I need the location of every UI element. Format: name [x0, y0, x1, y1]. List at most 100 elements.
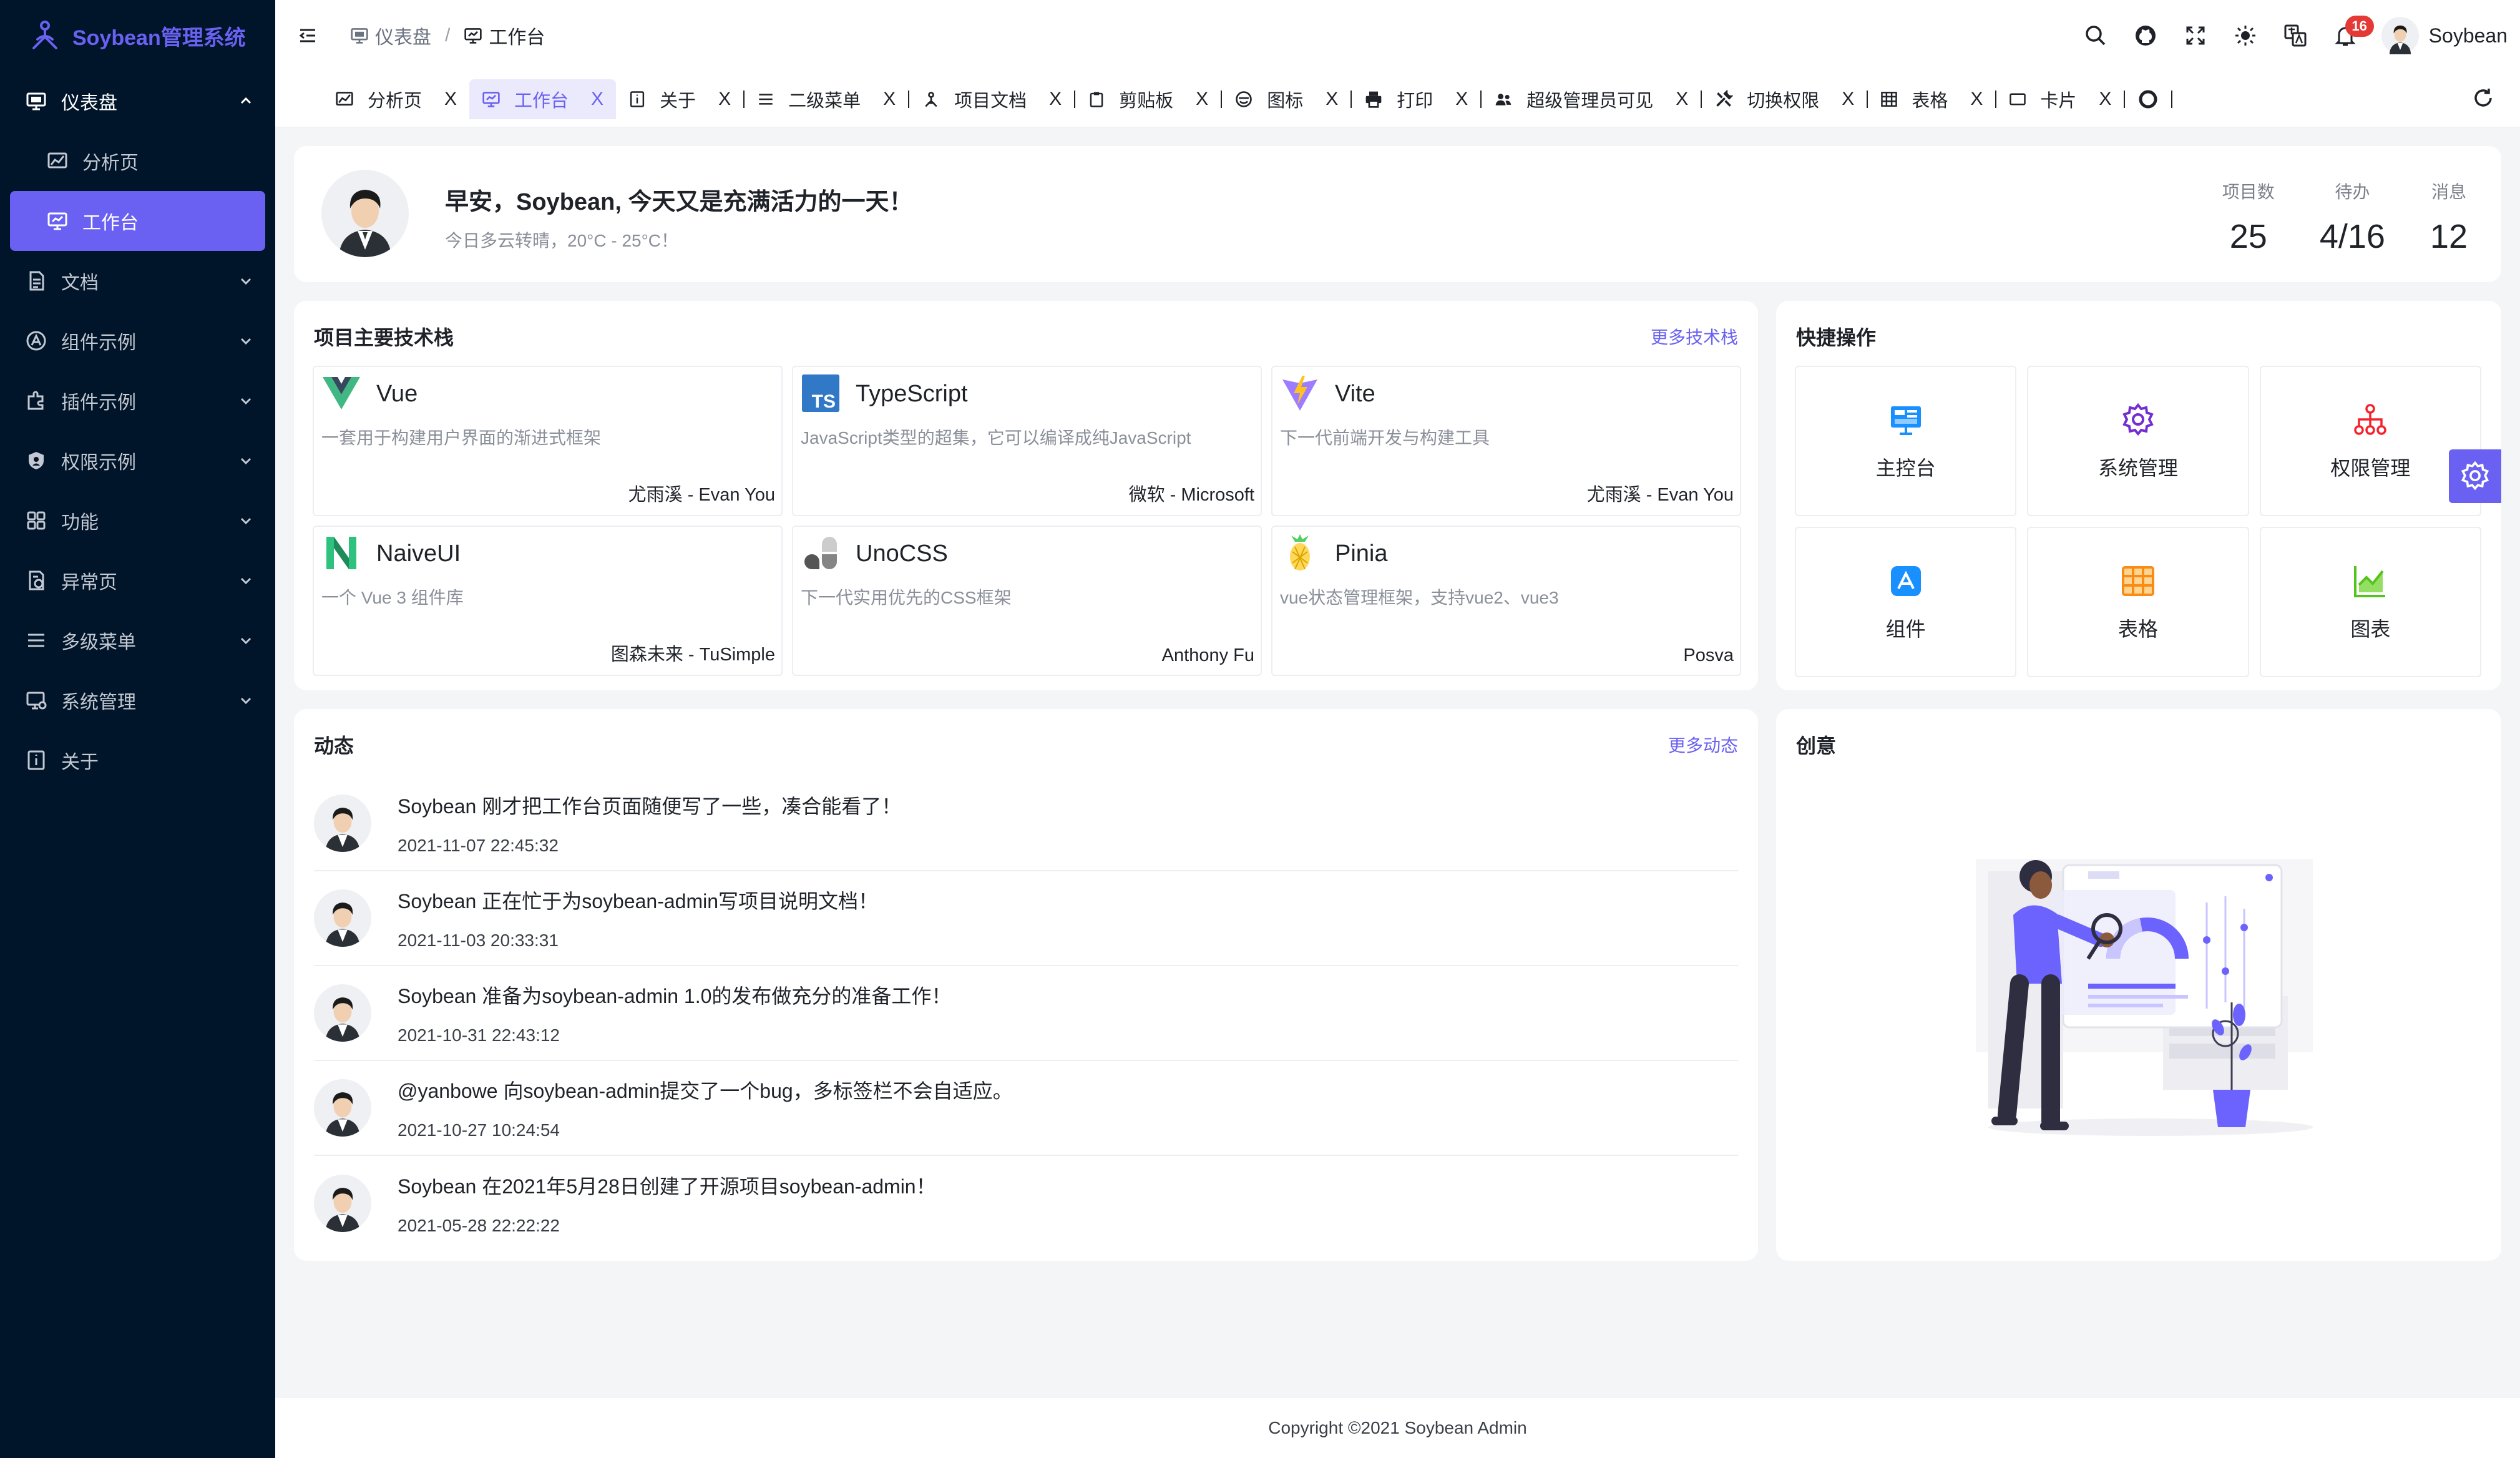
quick-item-console[interactable]: 主控台 [1795, 366, 2017, 516]
activity-item[interactable]: Soybean 在2021年5月28日创建了开源项目soybean-admin！… [314, 1156, 1738, 1251]
tab-close-button[interactable]: X [591, 89, 603, 110]
tab-icons[interactable]: 图标 X [1222, 79, 1350, 119]
fullscreen-button[interactable] [2177, 17, 2214, 54]
avatar [314, 1079, 371, 1137]
tab-close-button[interactable]: X [718, 89, 731, 110]
github-button[interactable] [2127, 17, 2164, 54]
sidebar-item-label: 异常页 [61, 572, 117, 593]
activity-item[interactable]: @yanbowe 向soybean-admin提交了一个bug，多标签栏不会自适… [314, 1061, 1738, 1156]
tab-divider [2171, 90, 2173, 108]
tab-clipboard[interactable]: 剪贴板 X [1075, 79, 1221, 119]
tech-item-unocss[interactable]: UnoCSS 下一代实用优先的CSS框架 Anthony Fu [792, 526, 1262, 676]
tab-overflow[interactable] [2125, 79, 2171, 119]
tab-close-button[interactable]: X [1326, 89, 1338, 110]
activity-time: 2021-10-31 22:43:12 [398, 1025, 560, 1045]
workbench-icon [46, 210, 69, 232]
sidebar-item-exception[interactable]: 异常页 [0, 550, 275, 610]
sidebar-item-label: 仪表盘 [61, 93, 117, 114]
tab-close-button[interactable]: X [1455, 89, 1468, 110]
activity-item[interactable]: Soybean 正在忙于为soybean-admin写项目说明文档！ 2021-1… [314, 871, 1738, 966]
user-menu[interactable]: Soybean [2381, 17, 2508, 54]
theme-toggle-button[interactable] [2227, 17, 2264, 54]
main-content: 早安，Soybean, 今天又是充满活力的一天！ 今日多云转晴，20°C - 2… [275, 127, 2520, 1458]
notification-button[interactable]: 16 [2327, 16, 2374, 54]
sidebar-item-function[interactable]: 功能 [0, 491, 275, 550]
table-icon [2119, 562, 2157, 600]
sidebar-item-about[interactable]: 关于 [0, 730, 275, 790]
tab-label: 切换权限 [1747, 91, 1820, 111]
chart-icon [2352, 562, 2389, 600]
grid-icon [25, 509, 47, 532]
sidebar-item-workbench[interactable]: 工作台 [10, 191, 265, 251]
sidebar-item-docs[interactable]: 文档 [0, 251, 275, 311]
chevron-down-icon [240, 517, 252, 525]
tech-item-vue[interactable]: Vue 一套用于构建用户界面的渐进式框架 尤雨溪 - Evan You [313, 366, 783, 516]
tab-close-button[interactable]: X [1842, 89, 1854, 110]
tech-item-pinia[interactable]: Pinia vue状态管理框架，支持vue2、vue3 Posva [1271, 526, 1741, 676]
quick-item-components[interactable]: 组件 [1795, 527, 2017, 677]
sidebar-item-label: 组件示例 [61, 333, 136, 353]
creative-card: 创意 [1776, 709, 2501, 1261]
tab-close-button[interactable]: X [1049, 89, 1062, 110]
tech-desc: 下一代实用优先的CSS框架 [801, 588, 1012, 607]
tech-item-naiveui[interactable]: NaiveUI 一个 Vue 3 组件库 图森未来 - TuSimple [313, 526, 783, 676]
tab-close-button[interactable]: X [444, 89, 457, 110]
search-button[interactable] [2077, 17, 2114, 54]
tab-toggle-auth[interactable]: 切换权限 X [1702, 79, 1867, 119]
tab-workbench[interactable]: 工作台 X [469, 79, 617, 119]
tab-close-button[interactable]: X [1970, 89, 1983, 110]
activity-item[interactable]: Soybean 刚才把工作台页面随便写了一些，凑合能看了！ 2021-11-07 … [314, 776, 1738, 871]
tab-table[interactable]: 表格 X [1868, 79, 1995, 119]
tab-analysis[interactable]: 分析页 X [323, 79, 469, 119]
tab-sub-menu[interactable]: 二级菜单 X [745, 79, 908, 119]
tab-close-button[interactable]: X [2099, 89, 2111, 110]
info-icon [630, 91, 645, 107]
tab-about[interactable]: 关于 X [616, 79, 743, 119]
tab-card[interactable]: 卡片 X [1996, 79, 2124, 119]
tab-close-button[interactable]: X [1676, 89, 1688, 110]
quick-item-chart[interactable]: 图表 [2259, 527, 2481, 677]
gear-icon [2119, 401, 2157, 439]
creative-illustration [1976, 859, 2313, 1136]
tab-print[interactable]: 打印 X [1352, 79, 1480, 119]
icon-icon [1236, 91, 1252, 107]
sidebar-toggle-button[interactable] [289, 17, 326, 54]
sidebar-item-plugins[interactable]: 插件示例 [0, 371, 275, 431]
theme-settings-button[interactable] [2449, 449, 2501, 503]
quick-item-permission[interactable]: 权限管理 [2259, 366, 2481, 516]
tab-close-button[interactable]: X [1196, 89, 1208, 110]
card-title: 快捷操作 [1796, 326, 1877, 349]
stat-messages: 消息 12 [2430, 179, 2468, 256]
tab-close-button[interactable]: X [883, 89, 896, 110]
tech-desc: 一套用于构建用户界面的渐进式框架 [321, 428, 602, 448]
more-techstack-link[interactable]: 更多技术栈 [1651, 324, 1738, 349]
tech-item-vite[interactable]: Vite 下一代前端开发与构建工具 尤雨溪 - Evan You [1271, 366, 1741, 516]
breadcrumb-item-workbench[interactable]: 工作台 [464, 22, 545, 49]
language-button[interactable] [2277, 17, 2314, 54]
refresh-button[interactable] [2471, 86, 2495, 110]
tab-super-admin[interactable]: 超级管理员可见 X [1482, 79, 1701, 119]
activity-item[interactable]: Soybean 准备为soybean-admin 1.0的发布做充分的准备工作！… [314, 966, 1738, 1061]
stat-value: 12 [2430, 218, 2468, 255]
activity-text: Soybean 正在忙于为soybean-admin写项目说明文档！ [398, 890, 879, 912]
quick-item-table[interactable]: 表格 [2027, 527, 2249, 677]
sidebar-item-analysis[interactable]: 分析页 [0, 131, 275, 191]
sidebar-item-components[interactable]: 组件示例 [0, 311, 275, 371]
sidebar-item-multi-menu[interactable]: 多级菜单 [0, 610, 275, 670]
tab-project-docs[interactable]: 项目文档 X [909, 79, 1074, 119]
sidebar-item-system[interactable]: 系统管理 [0, 670, 275, 730]
quick-item-system[interactable]: 系统管理 [2027, 366, 2249, 516]
sidebar-item-permission[interactable]: 权限示例 [0, 431, 275, 491]
menu-fold-icon [299, 29, 315, 42]
card-header: 动态 更多动态 [314, 730, 1738, 759]
chevron-down-icon [240, 697, 252, 705]
notification-badge: 16 [2345, 16, 2374, 37]
more-activity-link[interactable]: 更多动态 [1668, 732, 1738, 757]
app-logo[interactable]: Soybean管理系统 [0, 0, 275, 71]
hierarchy-icon [2352, 401, 2389, 439]
tech-name: NaiveUI [376, 541, 461, 567]
sidebar-item-dashboard[interactable]: 仪表盘 [0, 71, 275, 131]
tab-label: 二级菜单 [788, 91, 861, 111]
breadcrumb-item-dashboard[interactable]: 仪表盘 [350, 22, 431, 49]
tech-item-typescript[interactable]: TS TypeScript JavaScript类型的超集，它可以编译成纯Jav… [792, 366, 1262, 516]
